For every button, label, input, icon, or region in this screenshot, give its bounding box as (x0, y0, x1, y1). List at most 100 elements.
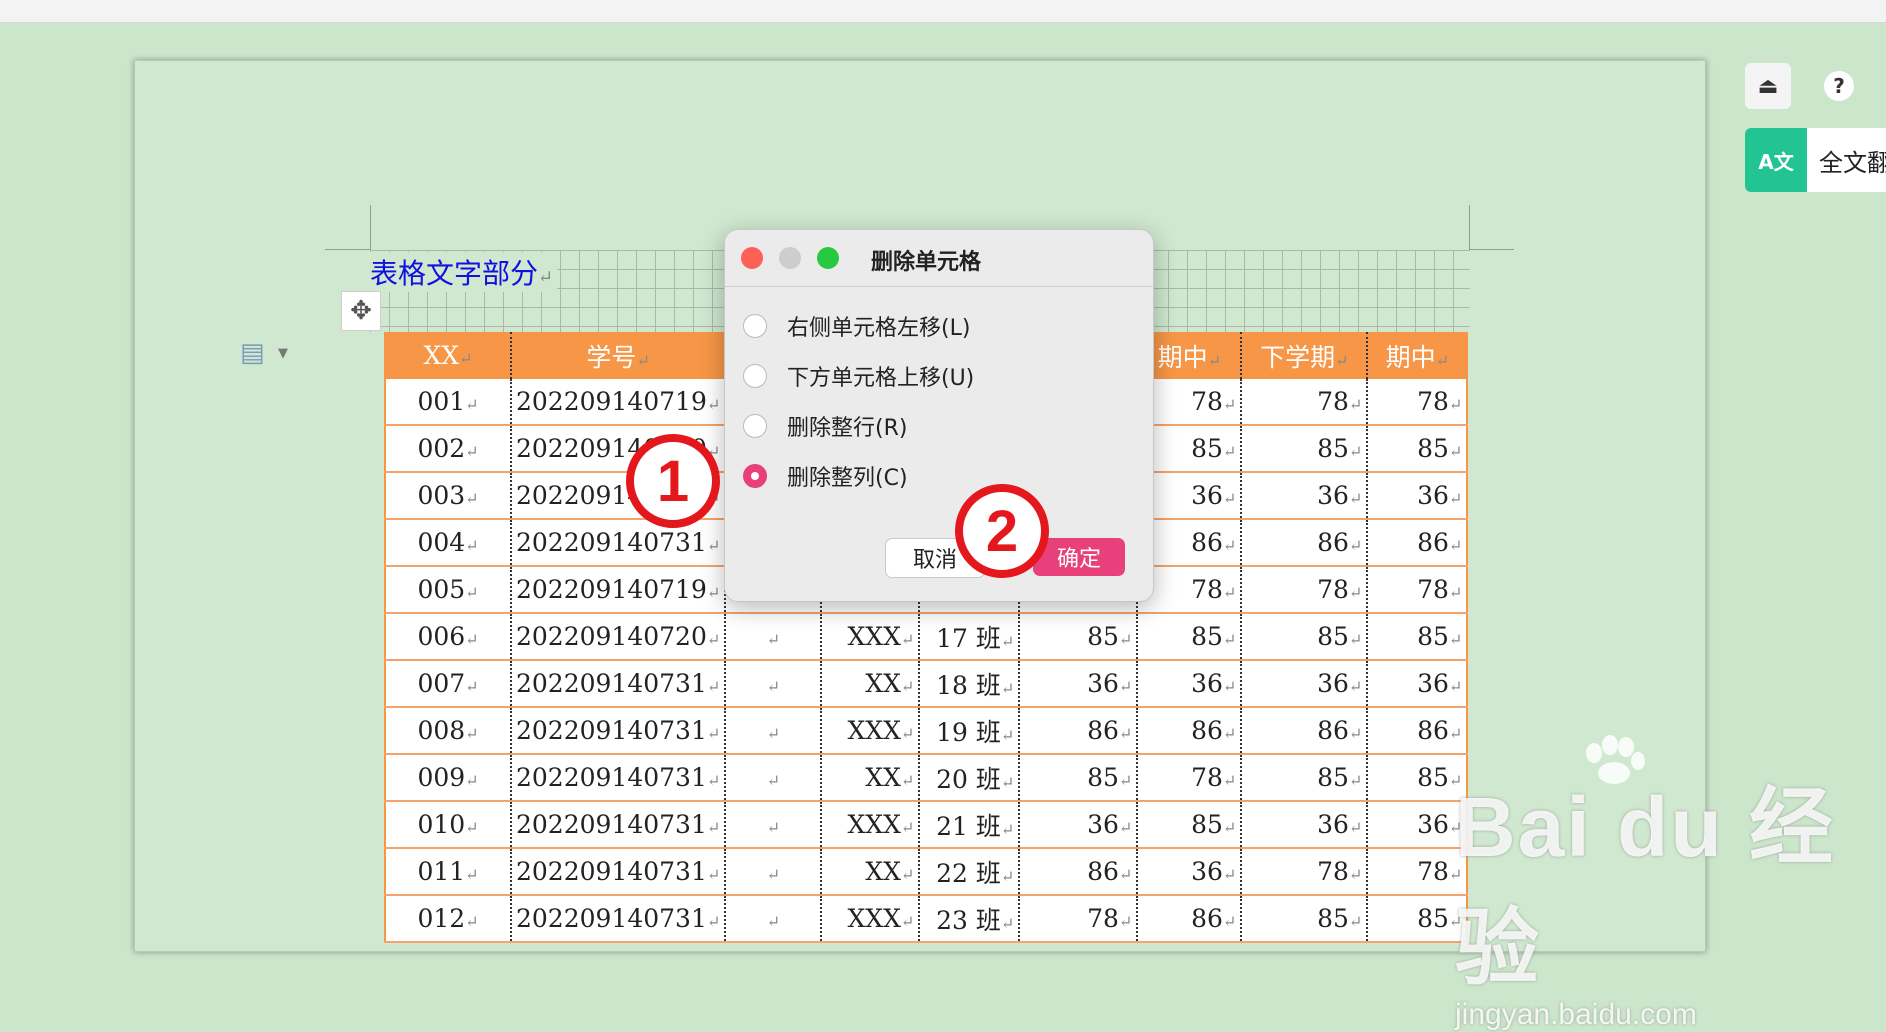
table-cell[interactable]: 202209140720↵ (511, 613, 727, 661)
table-cell[interactable]: 202209140719↵ (511, 566, 727, 614)
table-cell[interactable]: ↵ (725, 613, 823, 661)
table-cell[interactable]: 17 班↵ (919, 613, 1021, 661)
table-cell[interactable]: 20 班↵ (919, 754, 1021, 802)
table-cell[interactable]: 010↵ (384, 801, 512, 849)
table-cell[interactable]: 36↵ (1137, 848, 1243, 896)
table-cell[interactable]: 23 班↵ (919, 895, 1021, 943)
table-cell[interactable]: XXX↵ (821, 613, 921, 661)
table-cell[interactable]: 003↵ (384, 472, 512, 520)
table-cell[interactable]: 202209140719↵ (511, 379, 727, 426)
table-cell[interactable]: 78↵ (1241, 566, 1369, 614)
table-cell[interactable]: 78↵ (1367, 379, 1469, 426)
option-delete-row[interactable]: 删除整行(R) (743, 410, 907, 442)
table-cell[interactable]: 85↵ (1241, 613, 1369, 661)
table-cell[interactable]: 85↵ (1367, 613, 1469, 661)
table-cell[interactable]: 78↵ (1241, 379, 1369, 426)
table-cell[interactable]: 36↵ (1019, 801, 1139, 849)
table-header-cell[interactable]: XX↵ (384, 332, 512, 379)
table-cell[interactable]: 85↵ (1241, 754, 1369, 802)
table-cell[interactable]: XXX↵ (821, 707, 921, 755)
table-cell[interactable]: 78↵ (1019, 895, 1139, 943)
table-cell[interactable]: 86↵ (1019, 707, 1139, 755)
option-shift-up[interactable]: 下方单元格上移(U) (743, 360, 974, 392)
table-cell[interactable]: XX↵ (821, 848, 921, 896)
table-cell[interactable]: 85↵ (1137, 801, 1243, 849)
table-cell[interactable]: 78↵ (1241, 848, 1369, 896)
zoom-window-button[interactable] (817, 247, 839, 269)
radio-button[interactable] (743, 364, 767, 388)
table-cell[interactable]: 85↵ (1367, 425, 1469, 473)
option-delete-column[interactable]: 删除整列(C) (743, 460, 908, 492)
table-cell[interactable]: 006↵ (384, 613, 512, 661)
table-move-handle-icon[interactable]: ✥ (341, 291, 381, 331)
full-text-translate-button[interactable]: A文 全文翻 (1745, 128, 1886, 192)
table-cell[interactable]: 004↵ (384, 519, 512, 567)
table-cell[interactable]: 85↵ (1241, 425, 1369, 473)
table-cell[interactable]: 002↵ (384, 425, 512, 473)
table-cell[interactable]: XX↵ (821, 660, 921, 708)
table-cell[interactable]: 005↵ (384, 566, 512, 614)
radio-button-selected[interactable] (743, 464, 767, 488)
table-cell[interactable]: 008↵ (384, 707, 512, 755)
table-cell[interactable]: ↵ (725, 707, 823, 755)
table-cell[interactable]: 85↵ (1019, 613, 1139, 661)
table-cell[interactable]: ↵ (725, 895, 823, 943)
table-cell[interactable]: 36↵ (1367, 660, 1469, 708)
table-cell[interactable]: 19 班↵ (919, 707, 1021, 755)
table-cell[interactable]: 36↵ (1367, 472, 1469, 520)
table-cell[interactable]: 012↵ (384, 895, 512, 943)
table-cell[interactable]: 36↵ (1241, 472, 1369, 520)
table-cell[interactable]: 36↵ (1137, 660, 1243, 708)
table-cell[interactable]: 85↵ (1367, 895, 1469, 943)
table-cell[interactable]: ↵ (725, 660, 823, 708)
table-cell[interactable]: 86↵ (1019, 848, 1139, 896)
eject-icon[interactable]: ⏏ (1745, 63, 1791, 109)
table-cell[interactable]: ↵ (725, 801, 823, 849)
table-cell[interactable]: 86↵ (1241, 519, 1369, 567)
close-window-button[interactable] (741, 247, 763, 269)
table-cell[interactable]: 21 班↵ (919, 801, 1021, 849)
table-cell[interactable]: 009↵ (384, 754, 512, 802)
radio-button[interactable] (743, 314, 767, 338)
table-header-cell[interactable]: 学号↵ (511, 332, 727, 379)
table-cell[interactable]: 202209140731↵ (511, 754, 727, 802)
table-cell[interactable]: 22 班↵ (919, 848, 1021, 896)
table-cell[interactable]: 36↵ (1367, 801, 1469, 849)
table-cell[interactable]: 78↵ (1137, 754, 1243, 802)
table-cell[interactable]: 202209140731↵ (511, 707, 727, 755)
table-cell[interactable]: 36↵ (1019, 660, 1139, 708)
table-cell[interactable]: 202209140731↵ (511, 519, 727, 567)
table-cell[interactable]: 86↵ (1367, 519, 1469, 567)
table-cell[interactable]: 202209140731↵ (511, 848, 727, 896)
table-cell[interactable]: 78↵ (1367, 848, 1469, 896)
table-header-cell[interactable]: 期中↵ (1367, 332, 1469, 379)
table-cell[interactable]: 36↵ (1241, 801, 1369, 849)
table-cell[interactable]: 202209140731↵ (511, 660, 727, 708)
table-cell[interactable]: 85↵ (1367, 754, 1469, 802)
table-cell[interactable]: 36↵ (1241, 660, 1369, 708)
chevron-down-icon[interactable]: ▼ (278, 346, 288, 361)
table-cell[interactable]: XXX↵ (821, 801, 921, 849)
option-shift-left[interactable]: 右侧单元格左移(L) (743, 310, 970, 342)
table-cell[interactable]: 202209140731↵ (511, 895, 727, 943)
table-cell[interactable]: XXX↵ (821, 895, 921, 943)
help-button[interactable]: ? (1816, 63, 1862, 109)
table-cell[interactable]: 86↵ (1137, 895, 1243, 943)
table-cell[interactable]: 86↵ (1241, 707, 1369, 755)
table-cell[interactable]: 007↵ (384, 660, 512, 708)
table-cell[interactable]: 78↵ (1367, 566, 1469, 614)
paragraph-menu-icon[interactable]: ▤ (240, 338, 265, 368)
table-cell[interactable]: ↵ (725, 848, 823, 896)
table-header-cell[interactable]: 下学期↵ (1241, 332, 1369, 379)
minimize-window-button[interactable] (779, 247, 801, 269)
table-cell[interactable]: 85↵ (1241, 895, 1369, 943)
table-cell[interactable]: 18 班↵ (919, 660, 1021, 708)
table-cell[interactable]: 85↵ (1137, 613, 1243, 661)
table-cell[interactable]: 86↵ (1367, 707, 1469, 755)
table-cell[interactable]: ↵ (725, 754, 823, 802)
table-cell[interactable]: XX↵ (821, 754, 921, 802)
table-cell[interactable]: 86↵ (1137, 707, 1243, 755)
table-cell[interactable]: 202209140731↵ (511, 801, 727, 849)
table-cell[interactable]: 011↵ (384, 848, 512, 896)
radio-button[interactable] (743, 414, 767, 438)
